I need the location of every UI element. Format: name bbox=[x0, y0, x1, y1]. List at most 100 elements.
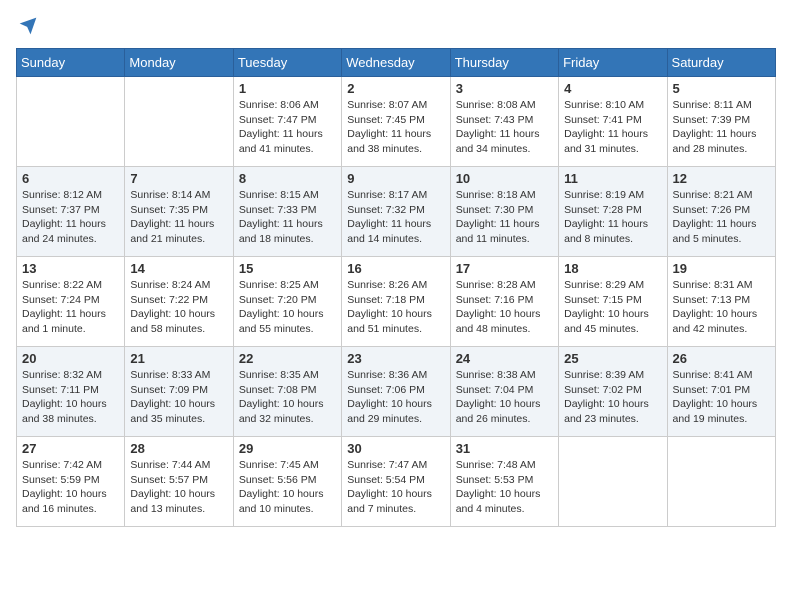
day-info: Sunrise: 7:44 AM Sunset: 5:57 PM Dayligh… bbox=[130, 458, 227, 517]
day-number: 1 bbox=[239, 81, 336, 96]
calendar-week-row: 20Sunrise: 8:32 AM Sunset: 7:11 PM Dayli… bbox=[17, 347, 776, 437]
calendar-cell: 1 Sunrise: 8:06 AM Sunset: 7:47 PM Daylig… bbox=[233, 77, 341, 167]
day-number: 8 bbox=[239, 171, 336, 186]
day-number: 31 bbox=[456, 441, 553, 456]
calendar-cell bbox=[17, 77, 125, 167]
calendar-cell: 21 Sunrise: 8:33 AM Sunset: 7:09 PM Dayli… bbox=[125, 347, 233, 437]
calendar-cell: 14 Sunrise: 8:24 AM Sunset: 7:22 PM Dayli… bbox=[125, 257, 233, 347]
weekday-header: Tuesday bbox=[233, 49, 341, 77]
calendar-cell: 23 Sunrise: 8:36 AM Sunset: 7:06 PM Dayli… bbox=[342, 347, 450, 437]
calendar-cell: 16 Sunrise: 8:26 AM Sunset: 7:18 PM Dayli… bbox=[342, 257, 450, 347]
day-info: Sunrise: 8:41 AM Sunset: 7:01 PM Dayligh… bbox=[673, 368, 770, 427]
day-info: Sunrise: 8:08 AM Sunset: 7:43 PM Dayligh… bbox=[456, 98, 553, 157]
calendar-week-row: 1 Sunrise: 8:06 AM Sunset: 7:47 PM Daylig… bbox=[17, 77, 776, 167]
calendar-cell: 24 Sunrise: 8:38 AM Sunset: 7:04 PM Dayli… bbox=[450, 347, 558, 437]
day-info: Sunrise: 8:18 AM Sunset: 7:30 PM Dayligh… bbox=[456, 188, 553, 247]
weekday-header: Sunday bbox=[17, 49, 125, 77]
day-info: Sunrise: 7:45 AM Sunset: 5:56 PM Dayligh… bbox=[239, 458, 336, 517]
calendar-week-row: 6 Sunrise: 8:12 AM Sunset: 7:37 PM Daylig… bbox=[17, 167, 776, 257]
day-info: Sunrise: 7:42 AM Sunset: 5:59 PM Dayligh… bbox=[22, 458, 119, 517]
day-number: 24 bbox=[456, 351, 553, 366]
calendar-cell: 28 Sunrise: 7:44 AM Sunset: 5:57 PM Dayli… bbox=[125, 437, 233, 527]
day-info: Sunrise: 8:36 AM Sunset: 7:06 PM Dayligh… bbox=[347, 368, 444, 427]
calendar-cell bbox=[559, 437, 667, 527]
day-number: 27 bbox=[22, 441, 119, 456]
calendar-cell: 5 Sunrise: 8:11 AM Sunset: 7:39 PM Daylig… bbox=[667, 77, 775, 167]
day-number: 2 bbox=[347, 81, 444, 96]
day-info: Sunrise: 8:22 AM Sunset: 7:24 PM Dayligh… bbox=[22, 278, 119, 337]
calendar-cell: 26Sunrise: 8:41 AM Sunset: 7:01 PM Dayli… bbox=[667, 347, 775, 437]
calendar-cell: 12Sunrise: 8:21 AM Sunset: 7:26 PM Dayli… bbox=[667, 167, 775, 257]
calendar-table: SundayMondayTuesdayWednesdayThursdayFrid… bbox=[16, 48, 776, 527]
calendar-cell: 20Sunrise: 8:32 AM Sunset: 7:11 PM Dayli… bbox=[17, 347, 125, 437]
day-number: 18 bbox=[564, 261, 661, 276]
day-number: 16 bbox=[347, 261, 444, 276]
day-number: 22 bbox=[239, 351, 336, 366]
day-info: Sunrise: 8:38 AM Sunset: 7:04 PM Dayligh… bbox=[456, 368, 553, 427]
day-info: Sunrise: 8:10 AM Sunset: 7:41 PM Dayligh… bbox=[564, 98, 661, 157]
calendar-cell: 8 Sunrise: 8:15 AM Sunset: 7:33 PM Daylig… bbox=[233, 167, 341, 257]
day-number: 3 bbox=[456, 81, 553, 96]
day-number: 13 bbox=[22, 261, 119, 276]
day-info: Sunrise: 8:25 AM Sunset: 7:20 PM Dayligh… bbox=[239, 278, 336, 337]
day-info: Sunrise: 8:35 AM Sunset: 7:08 PM Dayligh… bbox=[239, 368, 336, 427]
day-number: 14 bbox=[130, 261, 227, 276]
calendar-cell: 17 Sunrise: 8:28 AM Sunset: 7:16 PM Dayli… bbox=[450, 257, 558, 347]
calendar-week-row: 13 Sunrise: 8:22 AM Sunset: 7:24 PM Dayli… bbox=[17, 257, 776, 347]
calendar-cell: 15 Sunrise: 8:25 AM Sunset: 7:20 PM Dayli… bbox=[233, 257, 341, 347]
calendar-header-row: SundayMondayTuesdayWednesdayThursdayFrid… bbox=[17, 49, 776, 77]
calendar-cell: 11Sunrise: 8:19 AM Sunset: 7:28 PM Dayli… bbox=[559, 167, 667, 257]
day-number: 7 bbox=[130, 171, 227, 186]
day-number: 29 bbox=[239, 441, 336, 456]
calendar-cell: 27 Sunrise: 7:42 AM Sunset: 5:59 PM Dayli… bbox=[17, 437, 125, 527]
day-info: Sunrise: 7:47 AM Sunset: 5:54 PM Dayligh… bbox=[347, 458, 444, 517]
weekday-header: Wednesday bbox=[342, 49, 450, 77]
calendar-cell: 31 Sunrise: 7:48 AM Sunset: 5:53 PM Dayli… bbox=[450, 437, 558, 527]
calendar-cell: 30 Sunrise: 7:47 AM Sunset: 5:54 PM Dayli… bbox=[342, 437, 450, 527]
day-number: 12 bbox=[673, 171, 770, 186]
day-number: 15 bbox=[239, 261, 336, 276]
page-header bbox=[16, 16, 776, 36]
day-info: Sunrise: 7:48 AM Sunset: 5:53 PM Dayligh… bbox=[456, 458, 553, 517]
day-info: Sunrise: 8:17 AM Sunset: 7:32 PM Dayligh… bbox=[347, 188, 444, 247]
calendar-cell: 18 Sunrise: 8:29 AM Sunset: 7:15 PM Dayli… bbox=[559, 257, 667, 347]
weekday-header: Saturday bbox=[667, 49, 775, 77]
day-info: Sunrise: 8:39 AM Sunset: 7:02 PM Dayligh… bbox=[564, 368, 661, 427]
day-number: 6 bbox=[22, 171, 119, 186]
day-info: Sunrise: 8:19 AM Sunset: 7:28 PM Dayligh… bbox=[564, 188, 661, 247]
weekday-header: Thursday bbox=[450, 49, 558, 77]
calendar-cell: 13 Sunrise: 8:22 AM Sunset: 7:24 PM Dayli… bbox=[17, 257, 125, 347]
day-info: Sunrise: 8:26 AM Sunset: 7:18 PM Dayligh… bbox=[347, 278, 444, 337]
day-number: 9 bbox=[347, 171, 444, 186]
day-info: Sunrise: 8:12 AM Sunset: 7:37 PM Dayligh… bbox=[22, 188, 119, 247]
day-number: 5 bbox=[673, 81, 770, 96]
weekday-header: Friday bbox=[559, 49, 667, 77]
calendar-cell: 6 Sunrise: 8:12 AM Sunset: 7:37 PM Daylig… bbox=[17, 167, 125, 257]
calendar-cell: 4Sunrise: 8:10 AM Sunset: 7:41 PM Daylig… bbox=[559, 77, 667, 167]
day-info: Sunrise: 8:33 AM Sunset: 7:09 PM Dayligh… bbox=[130, 368, 227, 427]
day-info: Sunrise: 8:29 AM Sunset: 7:15 PM Dayligh… bbox=[564, 278, 661, 337]
calendar-cell: 7Sunrise: 8:14 AM Sunset: 7:35 PM Daylig… bbox=[125, 167, 233, 257]
calendar-cell bbox=[667, 437, 775, 527]
day-info: Sunrise: 8:31 AM Sunset: 7:13 PM Dayligh… bbox=[673, 278, 770, 337]
day-number: 25 bbox=[564, 351, 661, 366]
day-number: 30 bbox=[347, 441, 444, 456]
day-number: 20 bbox=[22, 351, 119, 366]
calendar-cell: 22 Sunrise: 8:35 AM Sunset: 7:08 PM Dayli… bbox=[233, 347, 341, 437]
calendar-cell: 25 Sunrise: 8:39 AM Sunset: 7:02 PM Dayli… bbox=[559, 347, 667, 437]
day-number: 17 bbox=[456, 261, 553, 276]
day-info: Sunrise: 8:11 AM Sunset: 7:39 PM Dayligh… bbox=[673, 98, 770, 157]
calendar-cell: 3 Sunrise: 8:08 AM Sunset: 7:43 PM Daylig… bbox=[450, 77, 558, 167]
calendar-cell: 2Sunrise: 8:07 AM Sunset: 7:45 PM Daylig… bbox=[342, 77, 450, 167]
logo-bird-icon bbox=[18, 16, 38, 36]
logo bbox=[16, 16, 38, 36]
day-info: Sunrise: 8:24 AM Sunset: 7:22 PM Dayligh… bbox=[130, 278, 227, 337]
day-info: Sunrise: 8:06 AM Sunset: 7:47 PM Dayligh… bbox=[239, 98, 336, 157]
day-info: Sunrise: 8:15 AM Sunset: 7:33 PM Dayligh… bbox=[239, 188, 336, 247]
day-number: 23 bbox=[347, 351, 444, 366]
calendar-cell: 19Sunrise: 8:31 AM Sunset: 7:13 PM Dayli… bbox=[667, 257, 775, 347]
day-number: 28 bbox=[130, 441, 227, 456]
calendar-cell bbox=[125, 77, 233, 167]
day-info: Sunrise: 8:28 AM Sunset: 7:16 PM Dayligh… bbox=[456, 278, 553, 337]
day-number: 21 bbox=[130, 351, 227, 366]
